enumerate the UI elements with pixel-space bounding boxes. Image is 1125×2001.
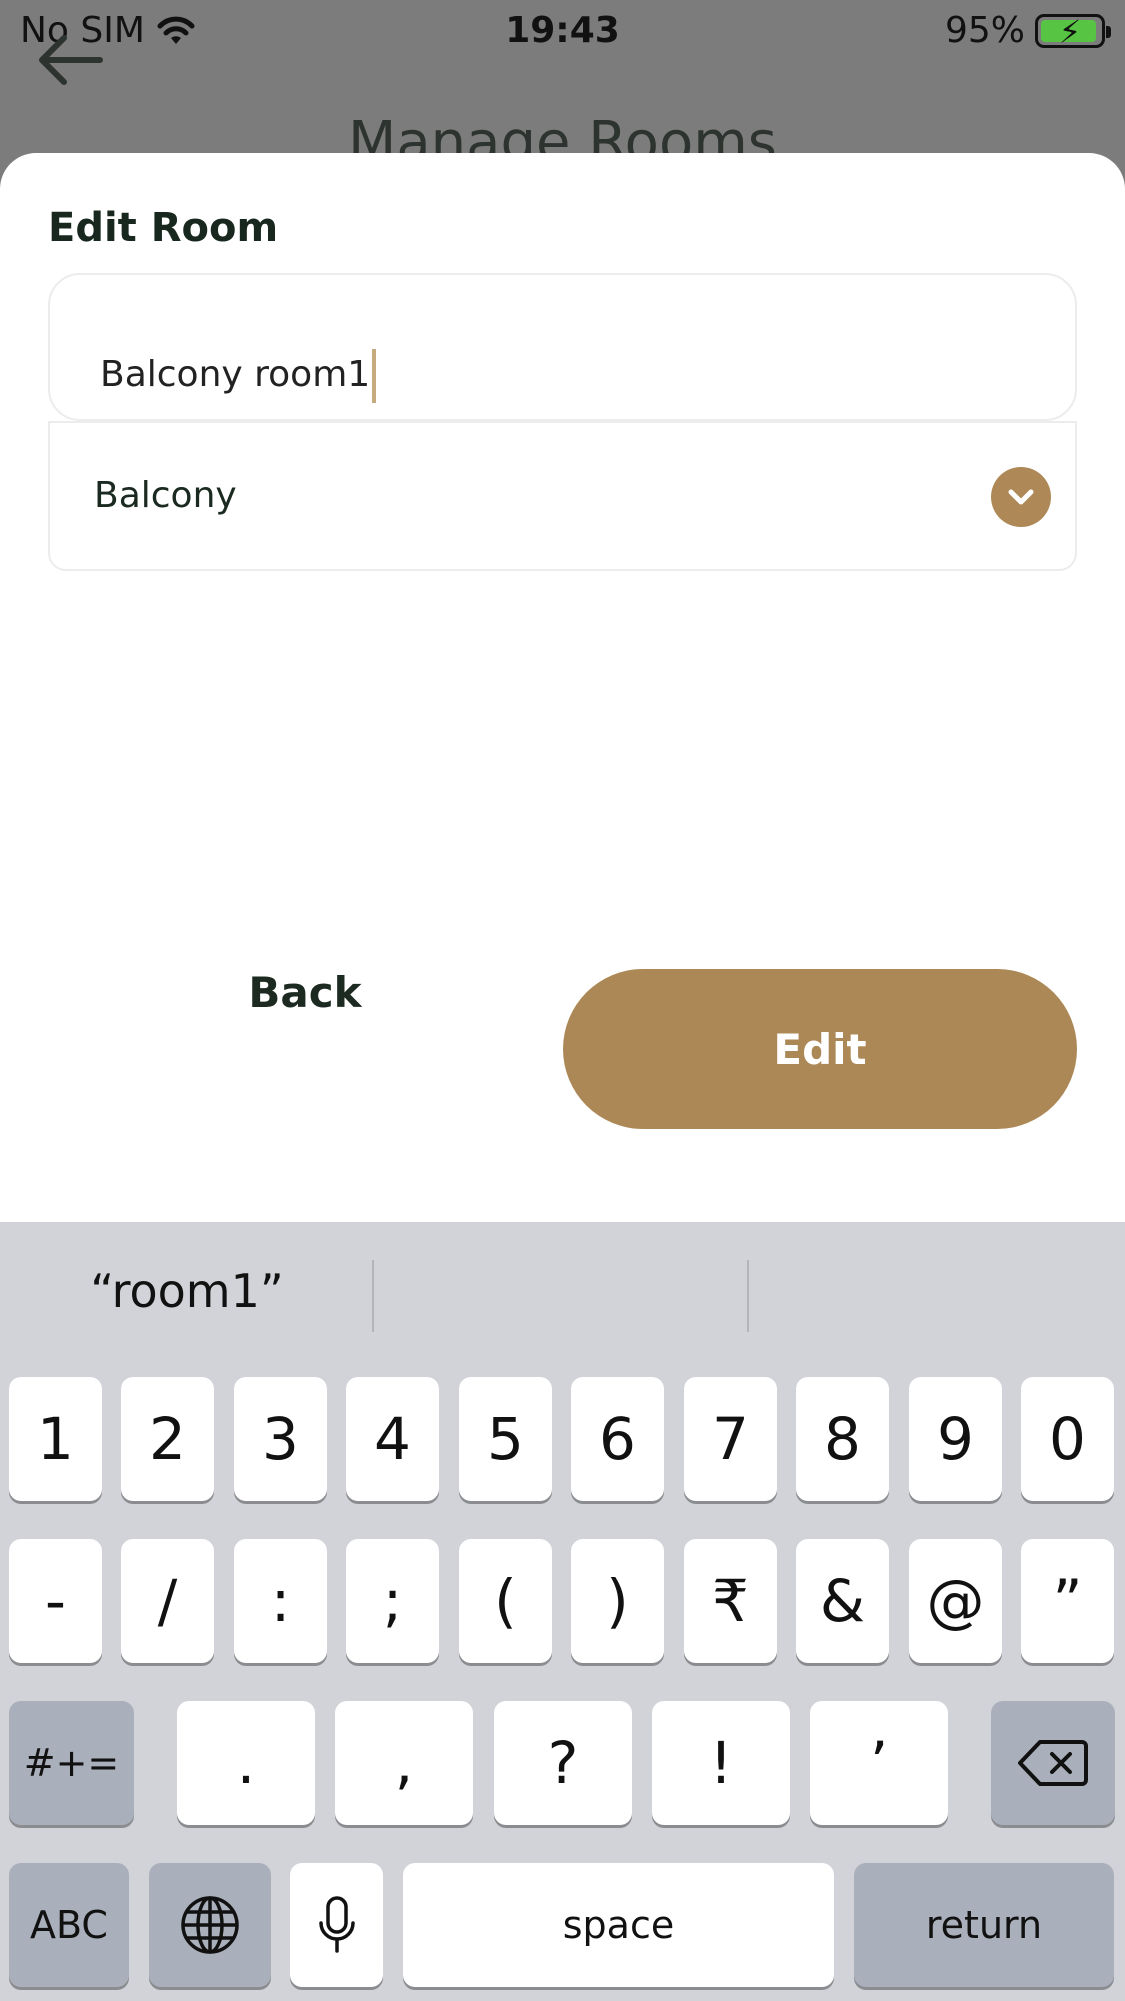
key-apostrophe[interactable]: ’ — [810, 1701, 948, 1825]
room-name-value: Balcony room1 — [100, 349, 377, 403]
key-7[interactable]: 7 — [684, 1377, 777, 1501]
key-2[interactable]: 2 — [121, 1377, 214, 1501]
key-hyphen[interactable]: - — [9, 1539, 102, 1663]
key-colon[interactable]: : — [234, 1539, 327, 1663]
battery-percent: 95% — [944, 10, 1025, 51]
sheet-title: Edit Room — [48, 205, 279, 251]
globe-key[interactable] — [149, 1863, 271, 1987]
key-semicolon[interactable]: ; — [346, 1539, 439, 1663]
text-caret — [372, 349, 377, 403]
suggestion-divider — [747, 1260, 749, 1332]
key-5[interactable]: 5 — [459, 1377, 552, 1501]
microphone-icon — [318, 1896, 355, 1953]
battery-icon: ⚡ — [1035, 12, 1111, 51]
key-ampersand[interactable]: & — [796, 1539, 889, 1663]
room-type-dropdown[interactable]: Balcony — [48, 421, 1077, 571]
key-comma[interactable]: , — [335, 1701, 473, 1825]
key-slash[interactable]: / — [121, 1539, 214, 1663]
back-button[interactable]: Back — [210, 968, 400, 1038]
key-1[interactable]: 1 — [9, 1377, 102, 1501]
suggestion-1[interactable]: “room1” — [0, 1264, 374, 1318]
chevron-down-icon — [1008, 489, 1034, 505]
globe-icon — [181, 1896, 239, 1954]
battery-area: 95% ⚡ — [944, 10, 1111, 51]
edit-room-sheet: Edit Room Balcony room1 Balcony Back Edi… — [0, 153, 1125, 1223]
key-question[interactable]: ? — [494, 1701, 632, 1825]
back-arrow-icon[interactable] — [34, 30, 104, 90]
suggestion-divider — [372, 1260, 374, 1332]
key-9[interactable]: 9 — [909, 1377, 1002, 1501]
delete-key[interactable] — [991, 1701, 1115, 1825]
key-quote[interactable]: ” — [1021, 1539, 1114, 1663]
suggestion-bar: “room1” — [0, 1222, 1125, 1362]
room-name-input[interactable]: Balcony room1 — [48, 273, 1077, 421]
key-4[interactable]: 4 — [346, 1377, 439, 1501]
key-8[interactable]: 8 — [796, 1377, 889, 1501]
backspace-icon — [1018, 1740, 1088, 1786]
charging-bolt-icon: ⚡ — [1058, 12, 1082, 51]
edit-button-label: Edit — [773, 1024, 867, 1074]
room-type-value: Balcony — [94, 475, 237, 516]
dropdown-toggle[interactable] — [991, 467, 1051, 527]
key-open-paren[interactable]: ( — [459, 1539, 552, 1663]
space-key[interactable]: space — [403, 1863, 834, 1987]
room-name-text: Balcony room1 — [100, 354, 371, 395]
key-period[interactable]: . — [177, 1701, 315, 1825]
key-3[interactable]: 3 — [234, 1377, 327, 1501]
abc-key[interactable]: ABC — [9, 1863, 129, 1987]
edit-button[interactable]: Edit — [563, 969, 1077, 1129]
key-6[interactable]: 6 — [571, 1377, 664, 1501]
keyboard: “room1” 1 2 3 4 5 6 7 8 9 0 - / : ; ( ) … — [0, 1222, 1125, 2001]
symbols-key[interactable]: #+= — [9, 1701, 134, 1825]
key-0[interactable]: 0 — [1021, 1377, 1114, 1501]
key-close-paren[interactable]: ) — [571, 1539, 664, 1663]
key-exclamation[interactable]: ! — [652, 1701, 790, 1825]
dictation-key[interactable] — [290, 1863, 383, 1987]
return-key[interactable]: return — [854, 1863, 1114, 1987]
status-bar: No SIM 19:43 95% ⚡ — [0, 0, 1125, 64]
key-rupee[interactable]: ₹ — [684, 1539, 777, 1663]
key-at[interactable]: @ — [909, 1539, 1002, 1663]
